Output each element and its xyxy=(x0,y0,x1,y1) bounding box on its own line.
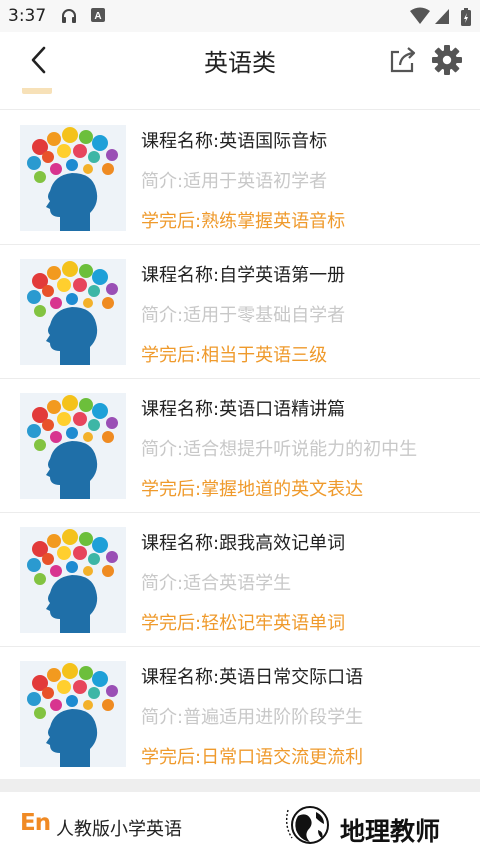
clipped-thumbnail xyxy=(22,88,52,94)
course-outcome: 学完后:日常口语交流更流利 xyxy=(141,747,364,768)
course-name: 课程名称:自学英语第一册 xyxy=(141,265,346,286)
course-intro: 简介:适合想提升听说能力的初中生 xyxy=(141,439,418,460)
course-outcome: 学完后:相当于英语三级 xyxy=(141,345,328,366)
head-icons-illustration xyxy=(20,661,126,767)
course-thumbnail xyxy=(20,125,126,231)
course-thumbnail xyxy=(20,393,126,499)
course-intro: 简介:普遍适用进阶阶段学生 xyxy=(141,707,364,728)
status-bar: 3:37 A xyxy=(0,0,480,32)
course-thumbnail xyxy=(20,661,126,767)
course-name: 课程名称:跟我高效记单词 xyxy=(141,533,346,554)
headphones-icon xyxy=(62,9,76,23)
footer-bar: En 人教版小学英语 地理教师 xyxy=(0,792,480,852)
app-bar: 英语类 xyxy=(0,32,480,88)
status-time: 3:37 xyxy=(8,6,47,26)
section-divider xyxy=(0,779,480,792)
wifi-icon xyxy=(410,7,430,24)
list-item[interactable]: 课程名称:英语口语精讲篇 简介:适合想提升听说能力的初中生 学完后:掌握地道的英… xyxy=(0,379,480,513)
list-item-clipped xyxy=(0,88,480,110)
app-logo-text: En xyxy=(20,810,51,836)
course-thumbnail xyxy=(20,259,126,365)
course-list: 课程名称:英语国际音标 简介:适用于英语初学者 学完后:熟练掌握英语音标 课程名… xyxy=(0,111,480,781)
share-icon[interactable] xyxy=(386,43,420,77)
course-intro: 简介:适用于零基础自学者 xyxy=(141,305,346,326)
course-outcome: 学完后:掌握地道的英文表达 xyxy=(141,479,364,500)
list-item[interactable]: 课程名称:英语日常交际口语 简介:普遍适用进阶阶段学生 学完后:日常口语交流更流… xyxy=(0,647,480,781)
course-name: 课程名称:英语日常交际口语 xyxy=(141,667,364,688)
course-intro: 简介:适合英语学生 xyxy=(141,573,292,594)
gear-icon[interactable] xyxy=(430,43,464,77)
app-name: 人教版小学英语 xyxy=(56,819,182,840)
course-name: 课程名称:英语口语精讲篇 xyxy=(141,399,346,420)
list-item[interactable]: 课程名称:英语国际音标 简介:适用于英语初学者 学完后:熟练掌握英语音标 xyxy=(0,111,480,245)
head-icons-illustration xyxy=(20,259,126,365)
head-icons-illustration xyxy=(20,393,126,499)
course-intro: 简介:适用于英语初学者 xyxy=(141,171,328,192)
course-thumbnail xyxy=(20,527,126,633)
course-outcome: 学完后:轻松记牢英语单词 xyxy=(141,613,346,634)
svg-text:A: A xyxy=(94,11,101,22)
signal-icon xyxy=(435,9,449,24)
battery-icon xyxy=(461,8,471,26)
brand-watermark: 地理教师 xyxy=(340,817,441,846)
list-item[interactable]: 课程名称:跟我高效记单词 简介:适合英语学生 学完后:轻松记牢英语单词 xyxy=(0,513,480,647)
head-icons-illustration xyxy=(20,125,126,231)
globe-icon xyxy=(285,806,329,844)
course-outcome: 学完后:熟练掌握英语音标 xyxy=(141,211,346,232)
course-name: 课程名称:英语国际音标 xyxy=(141,131,328,152)
list-item[interactable]: 课程名称:自学英语第一册 简介:适用于零基础自学者 学完后:相当于英语三级 xyxy=(0,245,480,379)
app-a-icon: A xyxy=(91,8,105,22)
head-icons-illustration xyxy=(20,527,126,633)
